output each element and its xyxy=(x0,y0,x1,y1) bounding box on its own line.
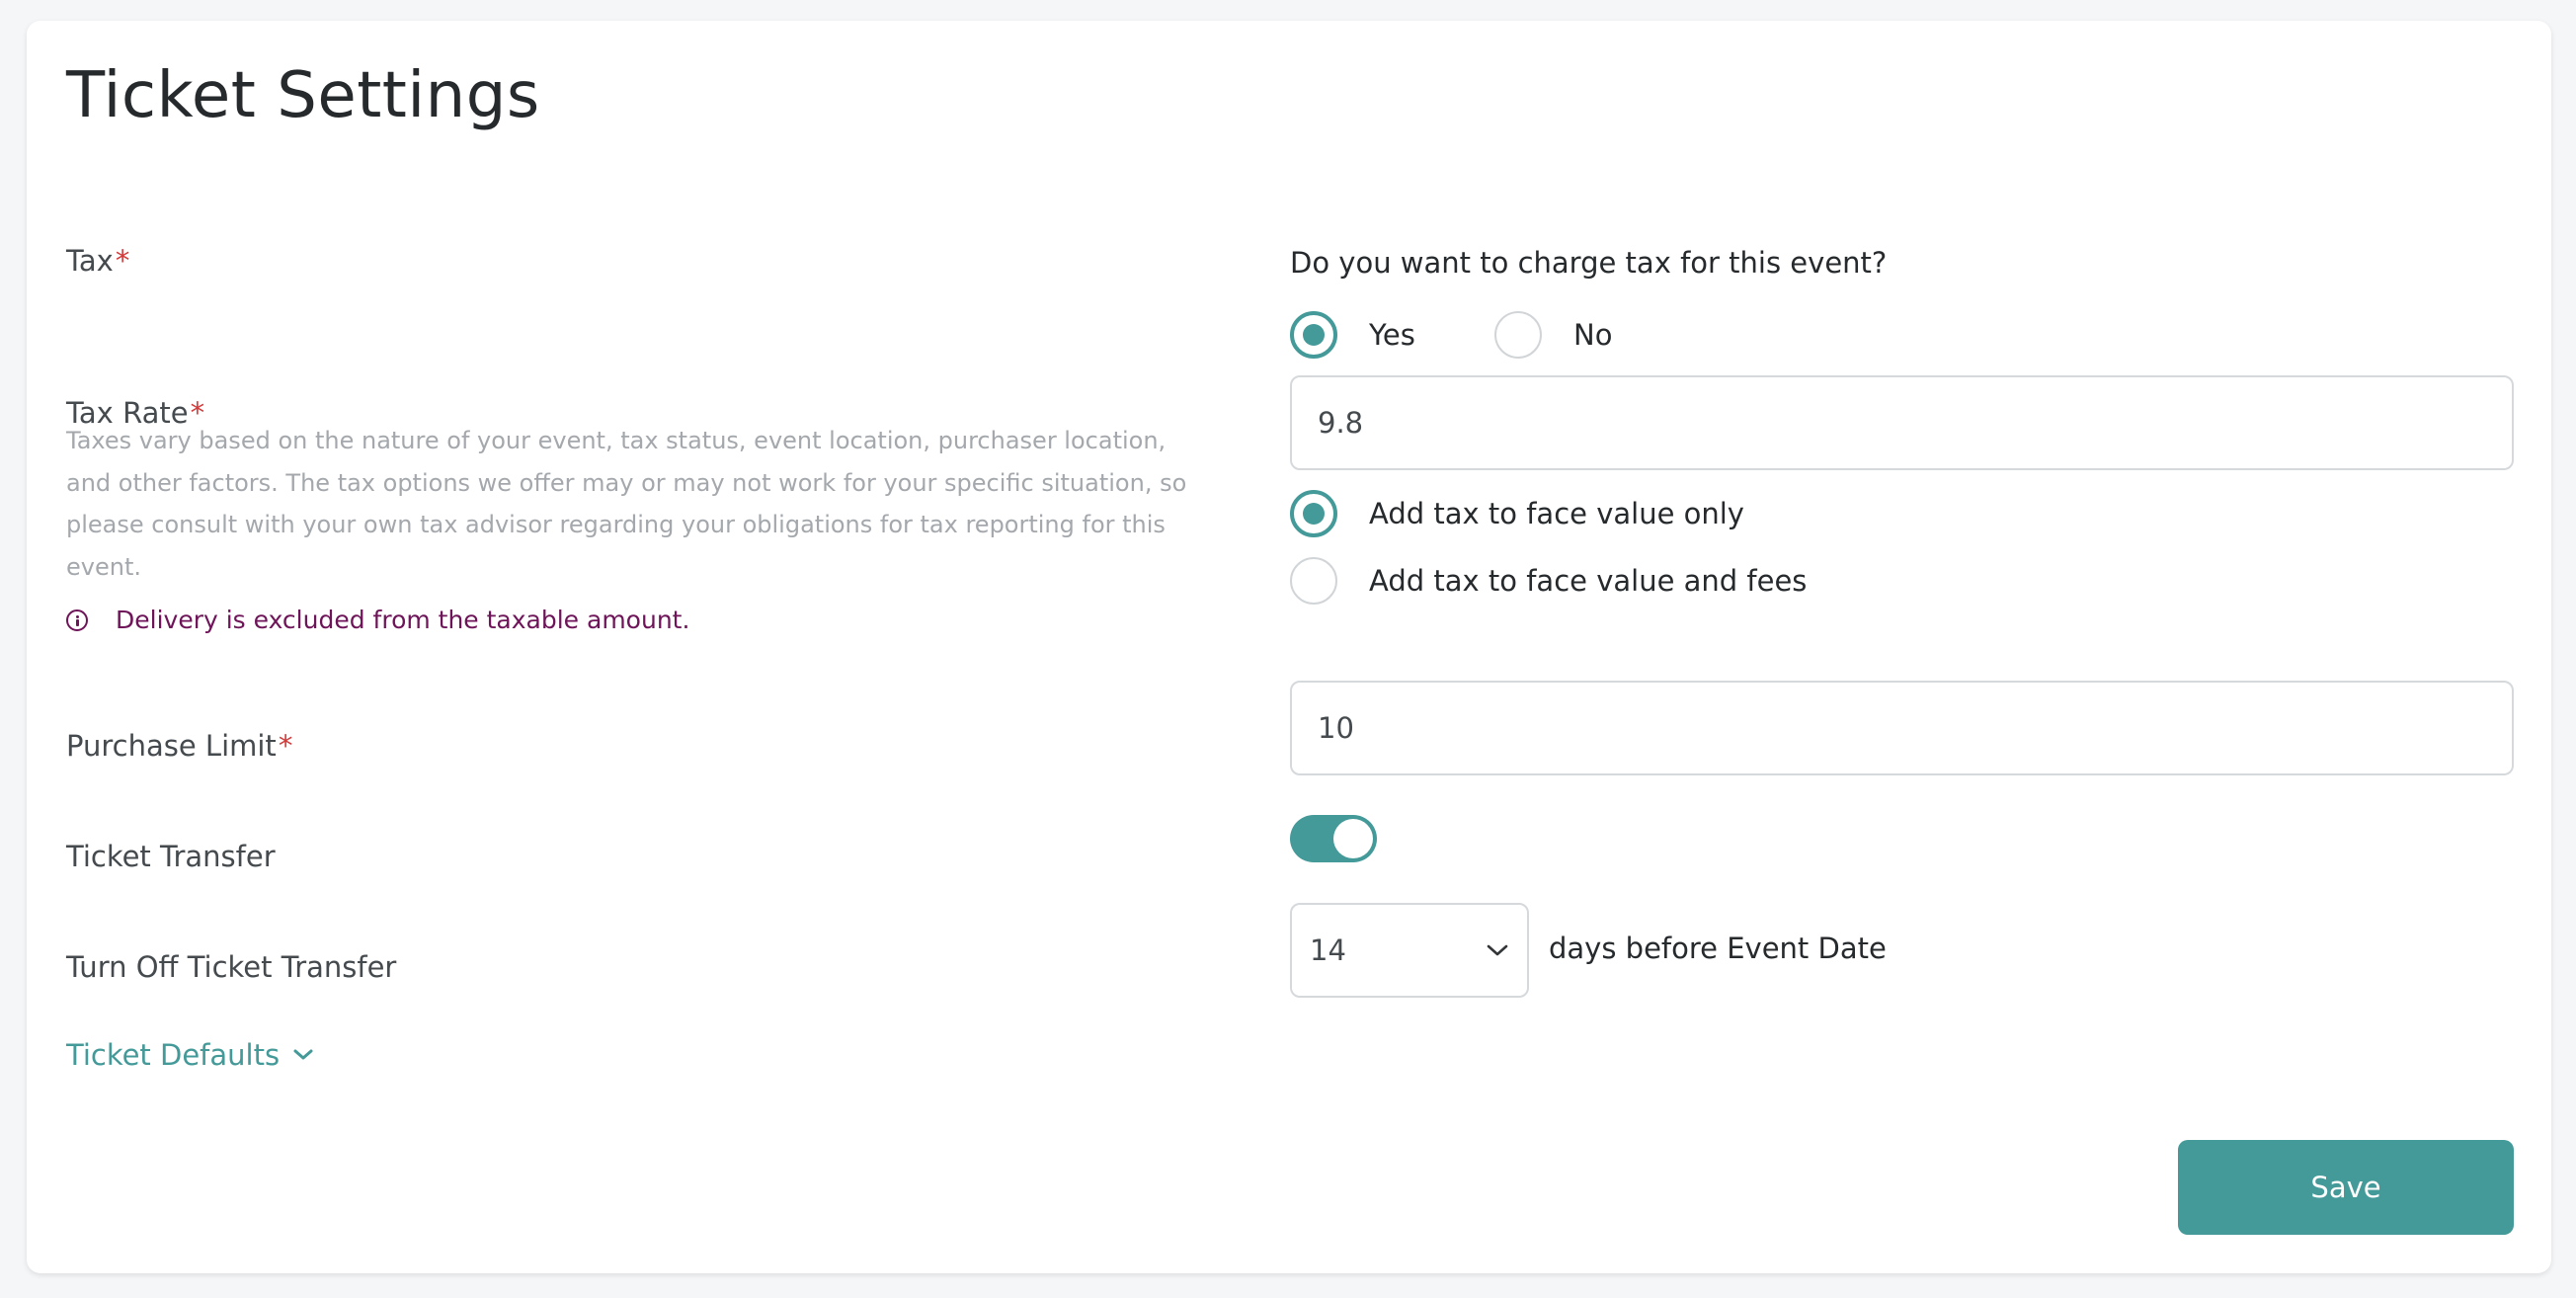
tax-face-value-only-label: Add tax to face value only xyxy=(1369,497,1744,530)
tax-question: Do you want to charge tax for this event… xyxy=(1290,246,1888,280)
info-circle-icon xyxy=(66,608,88,631)
save-button[interactable]: Save xyxy=(2178,1140,2514,1235)
toggle-knob xyxy=(1333,819,1373,858)
tax-no-radio[interactable] xyxy=(1494,311,1542,359)
chevron-down-icon xyxy=(1487,944,1508,956)
chevron-down-icon xyxy=(293,1049,313,1060)
tax-info-text: Delivery is excluded from the taxable am… xyxy=(116,606,690,634)
purchase-limit-input[interactable] xyxy=(1290,681,2514,775)
page-title: Ticket Settings xyxy=(66,59,540,132)
purchase-limit-label-text: Purchase Limit xyxy=(66,729,277,763)
tax-rate-helper-text: Taxes vary based on the nature of your e… xyxy=(66,427,1187,581)
required-asterisk: * xyxy=(278,729,293,763)
tax-rate-input[interactable] xyxy=(1290,375,2514,470)
ticket-transfer-toggle[interactable] xyxy=(1290,815,1377,862)
tax-face-value-only-radio[interactable] xyxy=(1290,490,1337,537)
tax-yes-radio[interactable] xyxy=(1290,311,1337,359)
ticket-transfer-label: Ticket Transfer xyxy=(66,840,276,873)
tax-yes-option[interactable]: Yes xyxy=(1290,311,1415,359)
tax-face-value-and-fees-option[interactable]: Add tax to face value and fees xyxy=(1290,557,1807,605)
ticket-defaults-toggle[interactable]: Ticket Defaults xyxy=(66,1038,315,1072)
purchase-limit-label: Purchase Limit* xyxy=(66,729,292,764)
tax-label-text: Tax xyxy=(66,244,114,278)
tax-face-value-and-fees-radio[interactable] xyxy=(1290,557,1337,605)
tax-face-value-and-fees-label: Add tax to face value and fees xyxy=(1369,564,1808,598)
tax-face-value-only-option[interactable]: Add tax to face value only xyxy=(1290,490,1744,537)
turn-off-days-value: 14 xyxy=(1310,933,1346,967)
tax-label: Tax* xyxy=(66,244,129,279)
turn-off-days-select[interactable]: 14 xyxy=(1290,903,1529,998)
tax-no-label: No xyxy=(1573,318,1613,352)
tax-info-note: Delivery is excluded from the taxable am… xyxy=(66,606,689,634)
tax-no-option[interactable]: No xyxy=(1494,311,1612,359)
required-asterisk: * xyxy=(115,244,130,278)
tax-yes-label: Yes xyxy=(1369,318,1415,352)
days-before-event-text: days before Event Date xyxy=(1549,932,1887,965)
ticket-defaults-label: Ticket Defaults xyxy=(66,1038,281,1072)
ticket-settings-card: Ticket Settings Tax* Do you want to char… xyxy=(27,21,2551,1273)
turn-off-transfer-label: Turn Off Ticket Transfer xyxy=(66,950,397,984)
